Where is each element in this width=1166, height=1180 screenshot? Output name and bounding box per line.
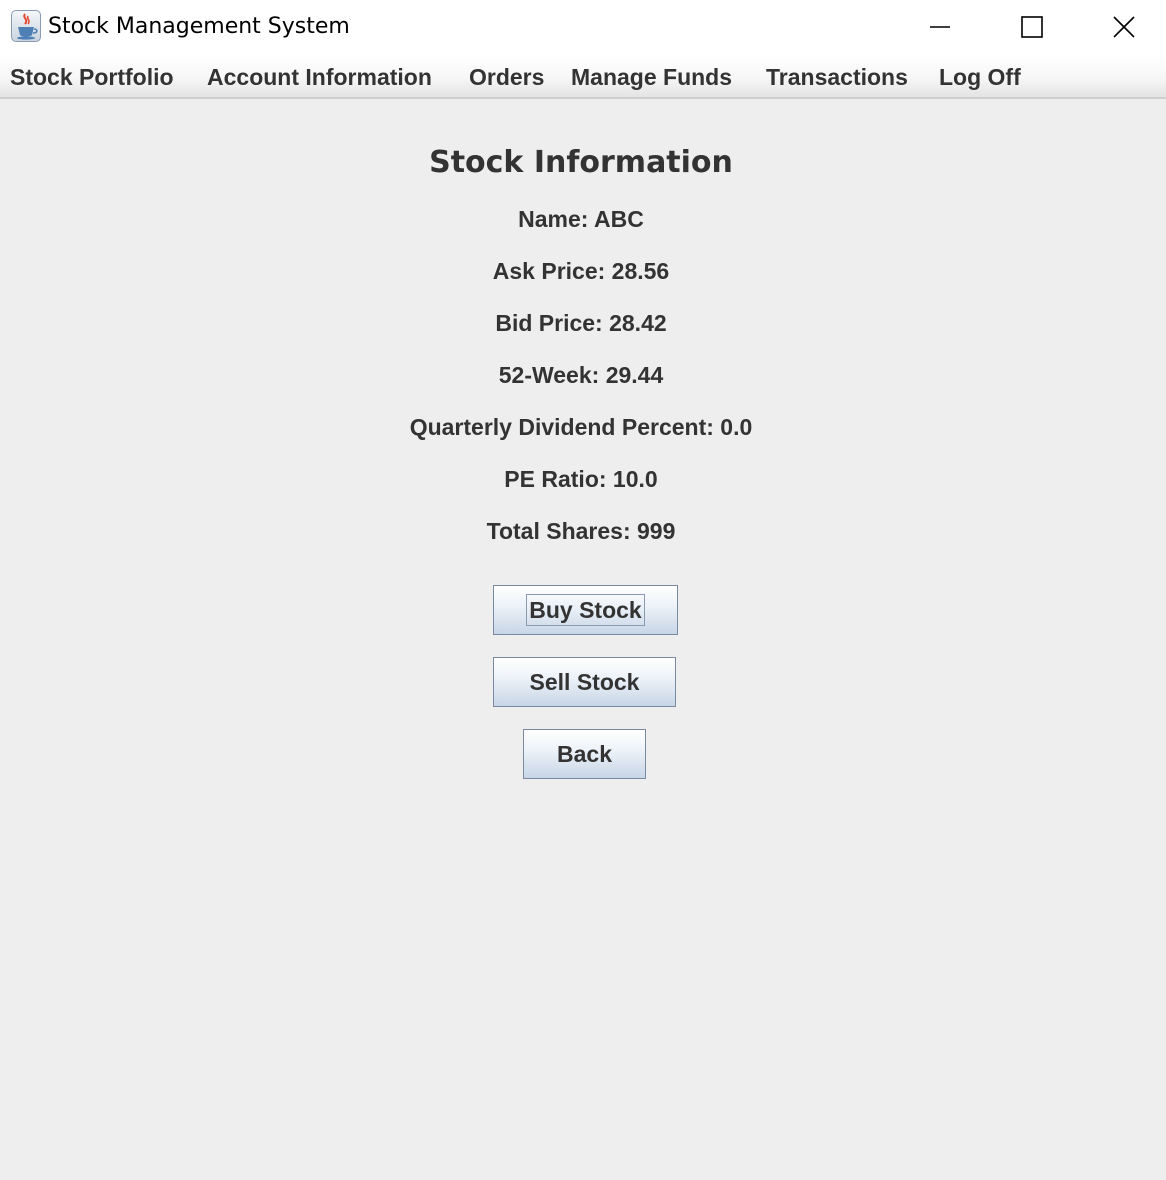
bid-price-label: Bid Price: 28.42: [495, 310, 667, 336]
menu-bar: Stock Portfolio Account Information Orde…: [0, 54, 1166, 99]
page-title: Stock Information: [429, 145, 733, 180]
stock-name-label: Name: ABC: [518, 206, 644, 232]
close-button[interactable]: [1078, 0, 1166, 54]
java-cup-icon: [11, 10, 41, 42]
title-bar: Stock Management System: [0, 0, 1166, 54]
minimize-button[interactable]: [894, 0, 986, 54]
back-label: Back: [557, 740, 612, 767]
ask-price-label: Ask Price: 28.56: [492, 258, 670, 284]
pe-ratio-label: PE Ratio: 10.0: [504, 466, 658, 492]
menu-manage-funds[interactable]: Manage Funds: [571, 62, 732, 92]
week52-label: 52-Week: 29.44: [498, 362, 664, 388]
close-icon: [1113, 16, 1135, 38]
sell-stock-button[interactable]: Sell Stock: [493, 657, 676, 707]
back-button[interactable]: Back: [523, 729, 646, 779]
window-title: Stock Management System: [48, 14, 350, 39]
minimize-icon: [930, 26, 950, 28]
menu-transactions[interactable]: Transactions: [766, 62, 908, 92]
menu-account-information[interactable]: Account Information: [207, 62, 432, 92]
menu-stock-portfolio[interactable]: Stock Portfolio: [10, 62, 174, 92]
total-shares-label: Total Shares: 999: [486, 518, 676, 544]
menu-orders[interactable]: Orders: [469, 62, 544, 92]
menu-log-off[interactable]: Log Off: [939, 62, 1021, 92]
sell-stock-label: Sell Stock: [529, 668, 640, 695]
buy-stock-label: Buy Stock: [526, 594, 645, 626]
buy-stock-button[interactable]: Buy Stock: [493, 585, 678, 635]
quarterly-dividend-label: Quarterly Dividend Percent: 0.0: [409, 414, 753, 440]
stock-information-panel: Stock Information Name: ABC Ask Price: 2…: [0, 100, 1166, 1180]
maximize-icon: [1021, 16, 1043, 38]
maximize-button[interactable]: [986, 0, 1078, 54]
app-window: Stock Management System Stock Portfolio …: [0, 0, 1166, 1180]
